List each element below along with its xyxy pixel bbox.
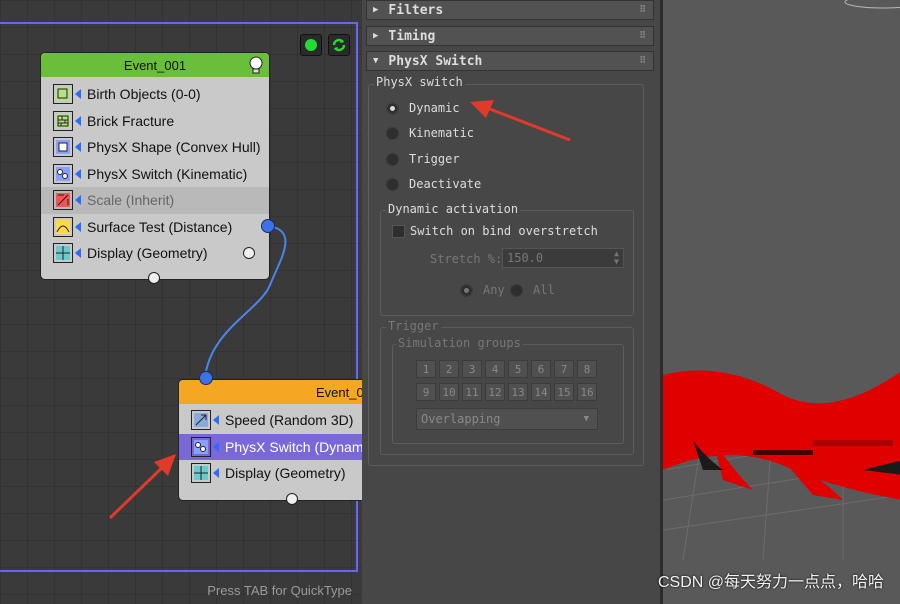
operator-label: Display (Geometry) xyxy=(87,245,208,262)
3d-viewport[interactable] xyxy=(660,0,900,604)
speed-icon xyxy=(191,410,211,431)
operator-row[interactable]: Brick Fracture xyxy=(41,108,269,135)
radio-kinematic[interactable]: Kinematic xyxy=(386,126,474,140)
radio-deactivate[interactable]: Deactivate xyxy=(386,177,481,191)
display-icon xyxy=(191,463,211,484)
physx-switch-icon xyxy=(53,163,73,184)
event-input-port[interactable] xyxy=(199,371,213,385)
refresh-icon[interactable] xyxy=(328,34,350,56)
operator-label: PhysX Switch (Dynami xyxy=(225,438,362,455)
event-output-port[interactable] xyxy=(286,493,298,505)
surface-test-icon xyxy=(53,216,73,237)
operator-toggle-arrow[interactable] xyxy=(75,195,81,206)
simulation-group-button[interactable]: 1 xyxy=(416,360,436,378)
brick-fracture-icon xyxy=(53,110,73,131)
simulation-group-button[interactable]: 13 xyxy=(508,383,528,401)
simulation-group-button[interactable]: 5 xyxy=(508,360,528,378)
rollout-physx-switch[interactable]: ▼ PhysX Switch ⠿ xyxy=(366,51,654,71)
physx-shape-icon xyxy=(53,137,73,158)
stretch-label: Stretch %: xyxy=(430,252,503,266)
simulation-group-button[interactable]: 12 xyxy=(485,383,505,401)
trigger-label: Trigger xyxy=(386,319,441,333)
operator-label: Surface Test (Distance) xyxy=(87,218,233,235)
operator-toggle-arrow[interactable] xyxy=(75,248,81,259)
radio-all[interactable]: All xyxy=(510,283,555,297)
quicktype-hint: Press TAB for QuickType xyxy=(207,583,352,598)
birth-objects-icon xyxy=(53,84,73,105)
simulation-groups-label: Simulation groups xyxy=(396,336,523,350)
simulation-group-button[interactable]: 8 xyxy=(577,360,597,378)
rollout-timing[interactable]: ▶ Timing ⠿ xyxy=(366,26,654,46)
event-title-label: Event_001 xyxy=(123,57,187,73)
switch-overstretch-checkbox[interactable]: Switch on bind overstretch xyxy=(392,224,598,238)
operator-toggle-arrow[interactable] xyxy=(213,415,219,426)
rollout-timing-label: Timing xyxy=(388,28,436,44)
simulation-group-button[interactable]: 6 xyxy=(531,360,551,378)
operator-toggle-arrow[interactable] xyxy=(75,89,81,100)
rollout-panel: ▶ Filters ⠿ ▶ Timing ⠿ ▼ PhysX Switch ⠿ PhysX … xyxy=(362,0,660,604)
rollout-filters[interactable]: ▶ Filters ⠿ xyxy=(366,0,654,20)
operator-label: Birth Objects (0-0) xyxy=(87,86,201,103)
operator-row[interactable]: Birth Objects (0-0) xyxy=(41,81,269,108)
operator-row[interactable]: Speed (Random 3D) xyxy=(179,407,362,434)
event-002-node[interactable]: Event_0 Speed (Random 3D) PhysX Switch (D… xyxy=(178,371,362,505)
radio-dynamic[interactable]: Dynamic xyxy=(386,101,460,115)
event-title-label: Event_0 xyxy=(316,384,362,400)
operator-label: Brick Fracture xyxy=(87,112,175,129)
operator-row[interactable]: Display (Geometry) xyxy=(41,240,269,267)
simulation-group-button[interactable]: 9 xyxy=(416,383,436,401)
simulation-group-button[interactable]: 10 xyxy=(439,383,459,401)
simulation-group-button[interactable]: 7 xyxy=(554,360,574,378)
physx-switch-group-label: PhysX switch xyxy=(374,75,465,89)
operator-toggle-arrow[interactable] xyxy=(75,168,81,179)
simulation-group-button[interactable]: 4 xyxy=(485,360,505,378)
operator-toggle-arrow[interactable] xyxy=(213,468,219,479)
particle-view-graph[interactable]: Event_001 Birth Objects (0-0) Brick Fract… xyxy=(0,0,362,604)
rollout-physx-switch-label: PhysX Switch xyxy=(388,53,483,69)
radio-trigger[interactable]: Trigger xyxy=(386,152,460,166)
viewport-scene xyxy=(663,0,900,561)
operator-row[interactable]: Surface Test (Distance) xyxy=(41,214,269,241)
operator-label: Speed (Random 3D) xyxy=(225,412,354,429)
operator-toggle-arrow[interactable] xyxy=(75,115,81,126)
simulation-group-button[interactable]: 16 xyxy=(577,383,597,401)
simulation-group-button[interactable]: 3 xyxy=(462,360,482,378)
watermark: CSDN @每天努力一点点，哈哈 xyxy=(657,574,884,591)
operator-toggle-arrow[interactable] xyxy=(213,441,219,452)
lightbulb-icon[interactable] xyxy=(247,55,265,75)
simulation-group-button[interactable]: 14 xyxy=(531,383,551,401)
display-icon xyxy=(53,243,73,264)
simulation-group-button[interactable]: 2 xyxy=(439,360,459,378)
operator-row[interactable]: Display (Geometry) xyxy=(179,460,362,487)
operator-label: PhysX Switch (Kinematic) xyxy=(87,165,248,182)
output-port[interactable] xyxy=(243,247,255,259)
dynamic-activation-label: Dynamic activation xyxy=(386,202,521,216)
operator-label: PhysX Shape (Convex Hull) xyxy=(87,139,261,156)
operator-row[interactable]: PhysX Shape (Convex Hull) xyxy=(41,134,269,161)
operator-row[interactable]: Scale (Inherit) xyxy=(41,187,269,214)
surface-test-output-port[interactable] xyxy=(261,219,275,233)
operator-toggle-arrow[interactable] xyxy=(75,142,81,153)
radio-any[interactable]: Any xyxy=(460,283,505,297)
operator-row[interactable]: PhysX Switch (Kinematic) xyxy=(41,161,269,188)
operator-toggle-arrow[interactable] xyxy=(75,221,81,232)
stretch-spinner[interactable]: 150.0 ▲ ▼ xyxy=(502,248,624,268)
operator-label: Display (Geometry) xyxy=(225,465,346,482)
operator-row[interactable]: PhysX Switch (Dynami xyxy=(179,433,362,460)
operator-label: Scale (Inherit) xyxy=(87,192,175,209)
simulation-group-button[interactable]: 11 xyxy=(462,383,482,401)
event-input-port[interactable] xyxy=(148,272,160,284)
physx-switch-icon xyxy=(191,436,211,457)
rollout-filters-label: Filters xyxy=(388,2,444,18)
overlap-dropdown[interactable]: Overlapping ▼ xyxy=(416,408,598,430)
status-green-icon[interactable] xyxy=(300,34,322,56)
event-001-node[interactable]: Event_001 Birth Objects (0-0) Brick Fract… xyxy=(40,52,275,284)
event-001-title[interactable]: Event_001 xyxy=(41,53,269,77)
simulation-group-button[interactable]: 15 xyxy=(554,383,574,401)
scale-icon xyxy=(53,190,73,211)
